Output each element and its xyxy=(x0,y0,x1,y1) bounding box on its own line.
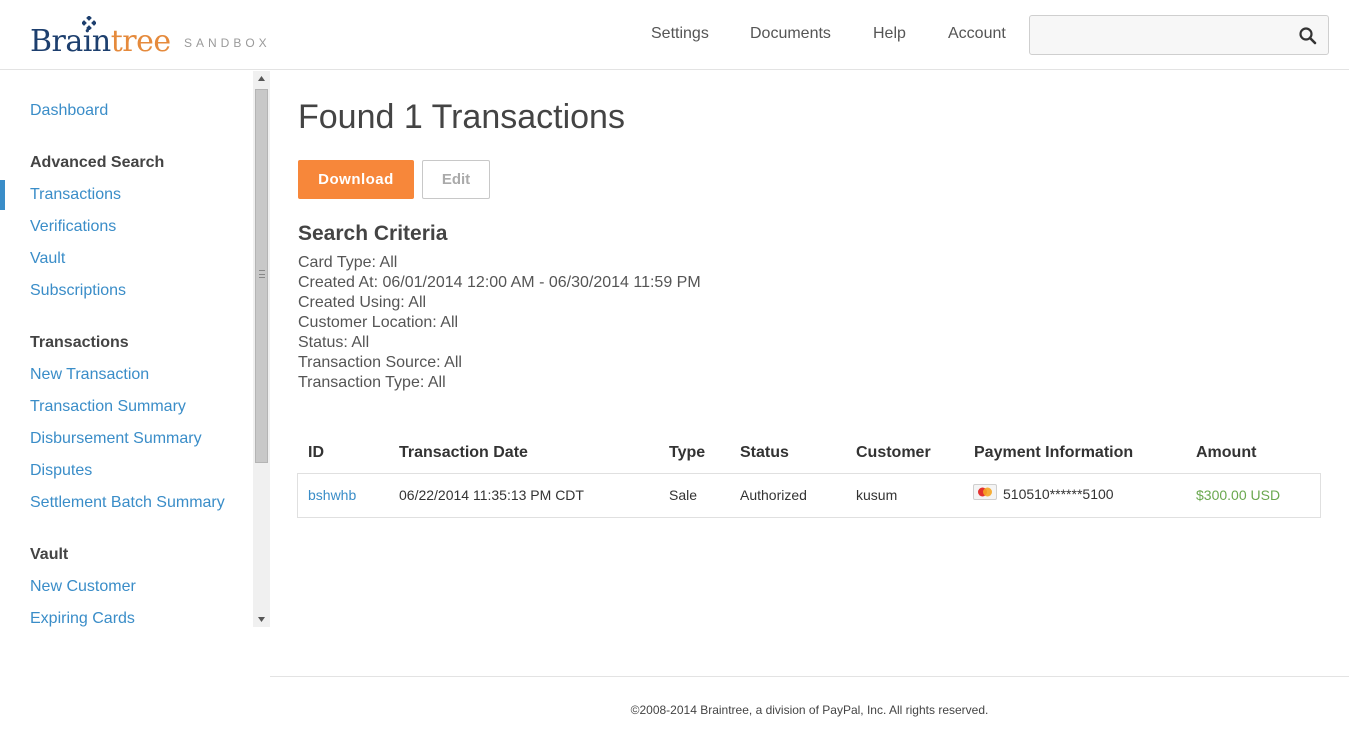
logo-tree: tree xyxy=(110,24,171,59)
sidebar-scrollbar[interactable] xyxy=(253,71,270,627)
sidebar: Dashboard Advanced Search Transactions V… xyxy=(0,71,254,627)
footer-copyright: ©2008-2014 Braintree, a division of PayP… xyxy=(630,703,989,717)
sidebar-item-disputes[interactable]: Disputes xyxy=(30,462,92,480)
nav-help[interactable]: Help xyxy=(873,25,906,43)
column-header-id[interactable]: ID xyxy=(308,444,324,462)
footer-divider xyxy=(270,676,1349,677)
sidebar-item-search-vault[interactable]: Vault xyxy=(30,250,65,268)
sidebar-item-search-transactions[interactable]: Transactions xyxy=(30,186,121,204)
criteria-created-using: Created Using: All xyxy=(298,294,427,311)
search-box xyxy=(1029,15,1329,55)
payment-card-number: 510510******5100 xyxy=(1003,486,1114,502)
search-icon[interactable] xyxy=(1298,26,1318,46)
column-header-transaction-date[interactable]: Transaction Date xyxy=(399,444,528,462)
scroll-up-arrow-icon[interactable] xyxy=(253,71,270,87)
transaction-type: Sale xyxy=(669,487,698,503)
column-header-amount[interactable]: Amount xyxy=(1196,444,1256,462)
sidebar-item-new-customer[interactable]: New Customer xyxy=(30,578,136,596)
sidebar-item-verifications[interactable]: Verifications xyxy=(30,218,116,236)
nav-account[interactable]: Account xyxy=(948,25,1006,43)
sidebar-heading-transactions: Transactions xyxy=(30,334,129,351)
sidebar-heading-vault: Vault xyxy=(30,546,69,563)
page-title: Found 1 Transactions xyxy=(298,98,625,136)
sidebar-item-expiring-cards[interactable]: Expiring Cards xyxy=(30,610,135,627)
sidebar-item-transaction-summary[interactable]: Transaction Summary xyxy=(30,398,186,416)
nav-settings[interactable]: Settings xyxy=(651,25,709,43)
column-header-type[interactable]: Type xyxy=(669,444,705,462)
criteria-customer-location: Customer Location: All xyxy=(298,314,459,331)
scroll-down-arrow-icon[interactable] xyxy=(253,611,270,627)
transaction-status: Authorized xyxy=(740,487,807,503)
search-input[interactable] xyxy=(1030,16,1290,54)
transaction-id-link[interactable]: bshwhb xyxy=(308,487,356,503)
logo-brain: Brain xyxy=(30,24,111,59)
sidebar-active-indicator xyxy=(0,180,5,210)
criteria-transaction-source: Transaction Source: All xyxy=(298,354,462,371)
mastercard-icon xyxy=(973,484,997,500)
sidebar-item-disbursement-summary[interactable]: Disbursement Summary xyxy=(30,430,202,448)
sidebar-item-new-transaction[interactable]: New Transaction xyxy=(30,366,149,384)
sandbox-label: SANDBOX xyxy=(184,36,271,50)
nav-documents[interactable]: Documents xyxy=(750,25,831,43)
column-header-customer[interactable]: Customer xyxy=(856,444,931,462)
criteria-status: Status: All xyxy=(298,334,370,351)
top-header: Braintree SANDBOX Settings Documents Hel… xyxy=(0,0,1349,70)
sidebar-item-dashboard[interactable]: Dashboard xyxy=(30,102,108,120)
criteria-card-type: Card Type: All xyxy=(298,254,398,271)
criteria-transaction-type: Transaction Type: All xyxy=(298,374,446,391)
logo-wordmark: Braintree xyxy=(30,24,171,59)
transaction-customer: kusum xyxy=(856,487,898,503)
sidebar-item-subscriptions[interactable]: Subscriptions xyxy=(30,282,126,300)
download-button[interactable]: Download xyxy=(298,160,414,199)
criteria-created-at: Created At: 06/01/2014 12:00 AM - 06/30/… xyxy=(298,274,701,291)
column-header-status[interactable]: Status xyxy=(740,444,789,462)
scrollbar-grip-icon xyxy=(259,270,265,278)
transaction-date: 06/22/2014 11:35:13 PM CDT xyxy=(399,487,584,503)
scrollbar-thumb[interactable] xyxy=(255,89,268,463)
sidebar-item-settlement-batch-summary[interactable]: Settlement Batch Summary xyxy=(30,494,225,512)
transaction-amount: $300.00 USD xyxy=(1196,487,1281,503)
edit-button[interactable]: Edit xyxy=(422,160,490,199)
sidebar-heading-advanced-search: Advanced Search xyxy=(30,154,165,171)
search-criteria-heading: Search Criteria xyxy=(298,222,448,245)
column-header-payment-information[interactable]: Payment Information xyxy=(974,444,1133,462)
